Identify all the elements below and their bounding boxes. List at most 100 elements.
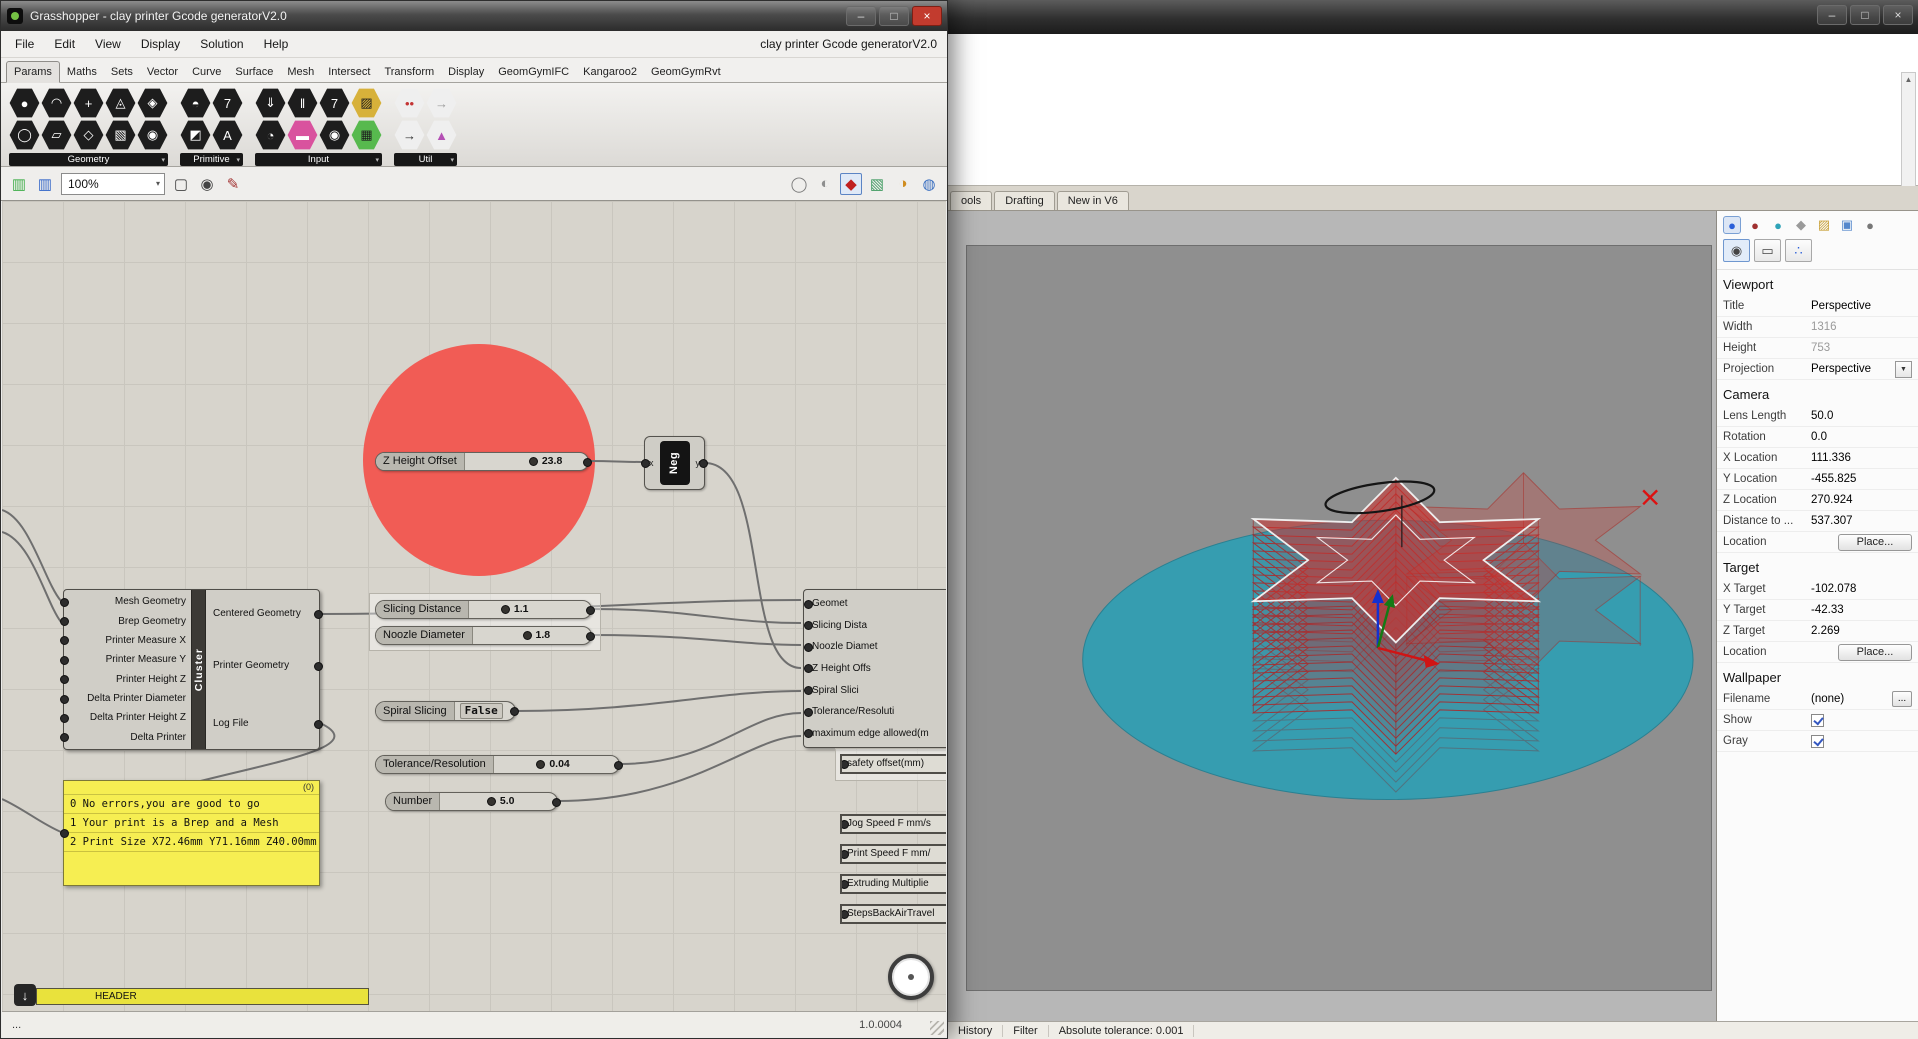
colour-icon[interactable]: ◩ bbox=[180, 120, 211, 150]
ribbon-tab[interactable]: Surface bbox=[228, 62, 280, 82]
gcode-generator-component[interactable]: Geomet Slicing Dista Noozle Diamet Z Height… bbox=[803, 589, 946, 748]
ribbon-tab[interactable]: GeomGymRvt bbox=[644, 62, 728, 82]
circle-icon[interactable]: ◯ bbox=[9, 120, 40, 150]
group-label-input[interactable]: Input ▾ bbox=[255, 153, 382, 166]
graph-icon[interactable]: ▦ bbox=[351, 120, 382, 150]
vector-icon[interactable]: + bbox=[73, 88, 104, 118]
gcode-input-port[interactable]: maximum edge allowed(m bbox=[804, 728, 946, 739]
grasshopper-canvas[interactable]: Z Height Offset 23.8 x Neg y Mesh Geomet… bbox=[2, 201, 946, 1012]
toggle-value[interactable]: False bbox=[459, 703, 503, 719]
rotation-value[interactable]: 0.0 bbox=[1811, 431, 1912, 443]
gray-checkbox[interactable] bbox=[1811, 734, 1824, 748]
gcode-input-port[interactable]: Noozle Diamet bbox=[804, 641, 946, 652]
negative-component[interactable]: x Neg y bbox=[641, 436, 708, 490]
z-target-value[interactable]: 2.269 bbox=[1811, 625, 1912, 637]
close-button[interactable]: × bbox=[912, 6, 942, 26]
cluster-input-port[interactable]: Printer Height Z bbox=[60, 674, 191, 685]
spiral-slicing-toggle[interactable]: Spiral Slicing False bbox=[375, 701, 519, 721]
point-marker-x[interactable] bbox=[1642, 489, 1658, 506]
menu-item[interactable]: Display bbox=[131, 33, 190, 55]
brep-icon[interactable]: ◈ bbox=[137, 88, 168, 118]
mesh-icon[interactable]: ◬ bbox=[105, 88, 136, 118]
cluster-input-port[interactable]: Brep Geometry bbox=[60, 616, 191, 627]
viewport-settings-icon[interactable]: ▭ bbox=[1754, 239, 1781, 262]
ribbon-tab[interactable]: GeomGymIFC bbox=[491, 62, 576, 82]
jump-icon[interactable]: → bbox=[426, 88, 457, 118]
plane-icon[interactable]: ▱ bbox=[41, 120, 72, 150]
gcode-input-port[interactable]: Slicing Dista bbox=[804, 620, 946, 631]
gcode-input-port[interactable]: Tolerance/Resoluti bbox=[804, 706, 946, 717]
button-icon[interactable]: ‖ bbox=[287, 88, 318, 118]
maximize-button[interactable]: □ bbox=[1850, 5, 1880, 25]
perspective-viewport[interactable] bbox=[966, 245, 1712, 991]
integer-icon[interactable]: 7 bbox=[212, 88, 243, 118]
value-panel[interactable]: Print Speed F mm/ bbox=[840, 844, 946, 864]
z-location-value[interactable]: 270.924 bbox=[1811, 494, 1912, 506]
slider-knob[interactable] bbox=[486, 797, 496, 806]
value-panel[interactable]: safety offset(mm) bbox=[840, 754, 946, 774]
artistic-display-icon[interactable]: ▧ bbox=[866, 173, 888, 195]
menu-item[interactable]: Edit bbox=[44, 33, 85, 55]
folder-icon[interactable]: ▨ bbox=[1815, 216, 1833, 234]
cluster-input-port[interactable]: Printer Measure Y bbox=[60, 654, 191, 665]
slider-knob[interactable] bbox=[522, 631, 532, 640]
shaded-display-icon[interactable]: ◐ bbox=[814, 173, 836, 195]
ribbon-tab[interactable]: Display bbox=[441, 62, 491, 82]
y-target-value[interactable]: -42.33 bbox=[1811, 604, 1912, 616]
tolerance-resolution-slider[interactable]: Tolerance/Resolution 0.04 bbox=[375, 755, 623, 774]
geometry-icon[interactable]: ◉ bbox=[137, 120, 168, 150]
relay-icon[interactable]: → bbox=[394, 120, 425, 150]
boolean-icon[interactable]: ◓ bbox=[180, 88, 211, 118]
viewport-width-value[interactable]: 1316 bbox=[1811, 321, 1912, 333]
command-area[interactable]: ▲ ▼ bbox=[948, 34, 1918, 216]
menu-item[interactable]: File bbox=[5, 33, 44, 55]
ghosted-display-icon[interactable]: ◑ bbox=[892, 173, 914, 195]
show-checkbox[interactable] bbox=[1811, 713, 1824, 727]
open-file-icon[interactable]: ▥ bbox=[8, 173, 30, 195]
save-file-icon[interactable]: ▥ bbox=[34, 173, 56, 195]
menu-item[interactable]: View bbox=[85, 33, 131, 55]
distance-value[interactable]: 537.307 bbox=[1811, 515, 1912, 527]
point-icon[interactable]: ● bbox=[9, 88, 40, 118]
close-button[interactable]: × bbox=[1883, 5, 1913, 25]
properties-tab-icon[interactable]: ● bbox=[1723, 216, 1741, 234]
value-panel[interactable]: StepsBackAirTravel bbox=[840, 904, 946, 924]
target-place-button[interactable]: Place... bbox=[1838, 643, 1912, 661]
slider-knob[interactable] bbox=[536, 760, 546, 769]
slider-knob[interactable] bbox=[500, 605, 510, 614]
preview-icon[interactable]: ◉ bbox=[196, 173, 218, 195]
cluster-component[interactable]: Mesh Geometry Brep Geometry Printer Measur… bbox=[60, 589, 323, 750]
box-icon[interactable]: ◇ bbox=[73, 120, 104, 150]
toolbar-tab[interactable]: ools bbox=[950, 191, 993, 210]
gcode-input-port[interactable]: Z Height Offs bbox=[804, 663, 946, 674]
sketch-icon[interactable]: ✎ bbox=[222, 173, 244, 195]
ribbon-tab[interactable]: Maths bbox=[60, 62, 104, 82]
settings-icon[interactable]: ● bbox=[1861, 216, 1879, 234]
ribbon-tab[interactable]: Params bbox=[6, 61, 60, 83]
menu-item[interactable]: Solution bbox=[190, 33, 253, 55]
ribbon-tab[interactable]: Sets bbox=[104, 62, 140, 82]
cluster-output-port[interactable]: Printer Geometry bbox=[213, 660, 323, 671]
canvas-compass-widget[interactable] bbox=[888, 954, 934, 1000]
knob-icon[interactable]: ◉ bbox=[319, 120, 350, 150]
link-icon[interactable]: ∴ bbox=[1785, 239, 1812, 262]
ribbon-tab[interactable]: Mesh bbox=[280, 62, 321, 82]
group-label-primitive[interactable]: Primitive ▾ bbox=[180, 153, 243, 166]
cluster-output-port[interactable]: Log File bbox=[213, 718, 323, 729]
number-slider[interactable]: Number 5.0 bbox=[385, 792, 561, 811]
image-icon[interactable]: ▣ bbox=[1838, 216, 1856, 234]
ramp-icon[interactable]: ▨ bbox=[351, 88, 382, 118]
curve-icon[interactable]: ◠ bbox=[41, 88, 72, 118]
ribbon-tab[interactable]: Vector bbox=[140, 62, 185, 82]
menu-item[interactable]: Help bbox=[254, 33, 299, 55]
cluster-input-port[interactable]: Delta Printer Diameter bbox=[60, 693, 191, 704]
projection-value[interactable]: Perspective bbox=[1811, 363, 1892, 375]
toolbar-tab[interactable]: New in V6 bbox=[1056, 191, 1129, 210]
statusbar-item[interactable]: Filter bbox=[1003, 1024, 1049, 1037]
minimize-button[interactable]: – bbox=[1817, 5, 1847, 25]
projection-dropdown-icon[interactable]: ▼ bbox=[1895, 360, 1912, 378]
noozle-diameter-slider[interactable]: Noozle Diameter 1.8 bbox=[375, 626, 595, 645]
header-group-bar[interactable]: HEADER bbox=[36, 988, 369, 1005]
rendered-display-icon[interactable]: ◆ bbox=[840, 172, 862, 195]
viewport-height-value[interactable]: 753 bbox=[1811, 342, 1912, 354]
